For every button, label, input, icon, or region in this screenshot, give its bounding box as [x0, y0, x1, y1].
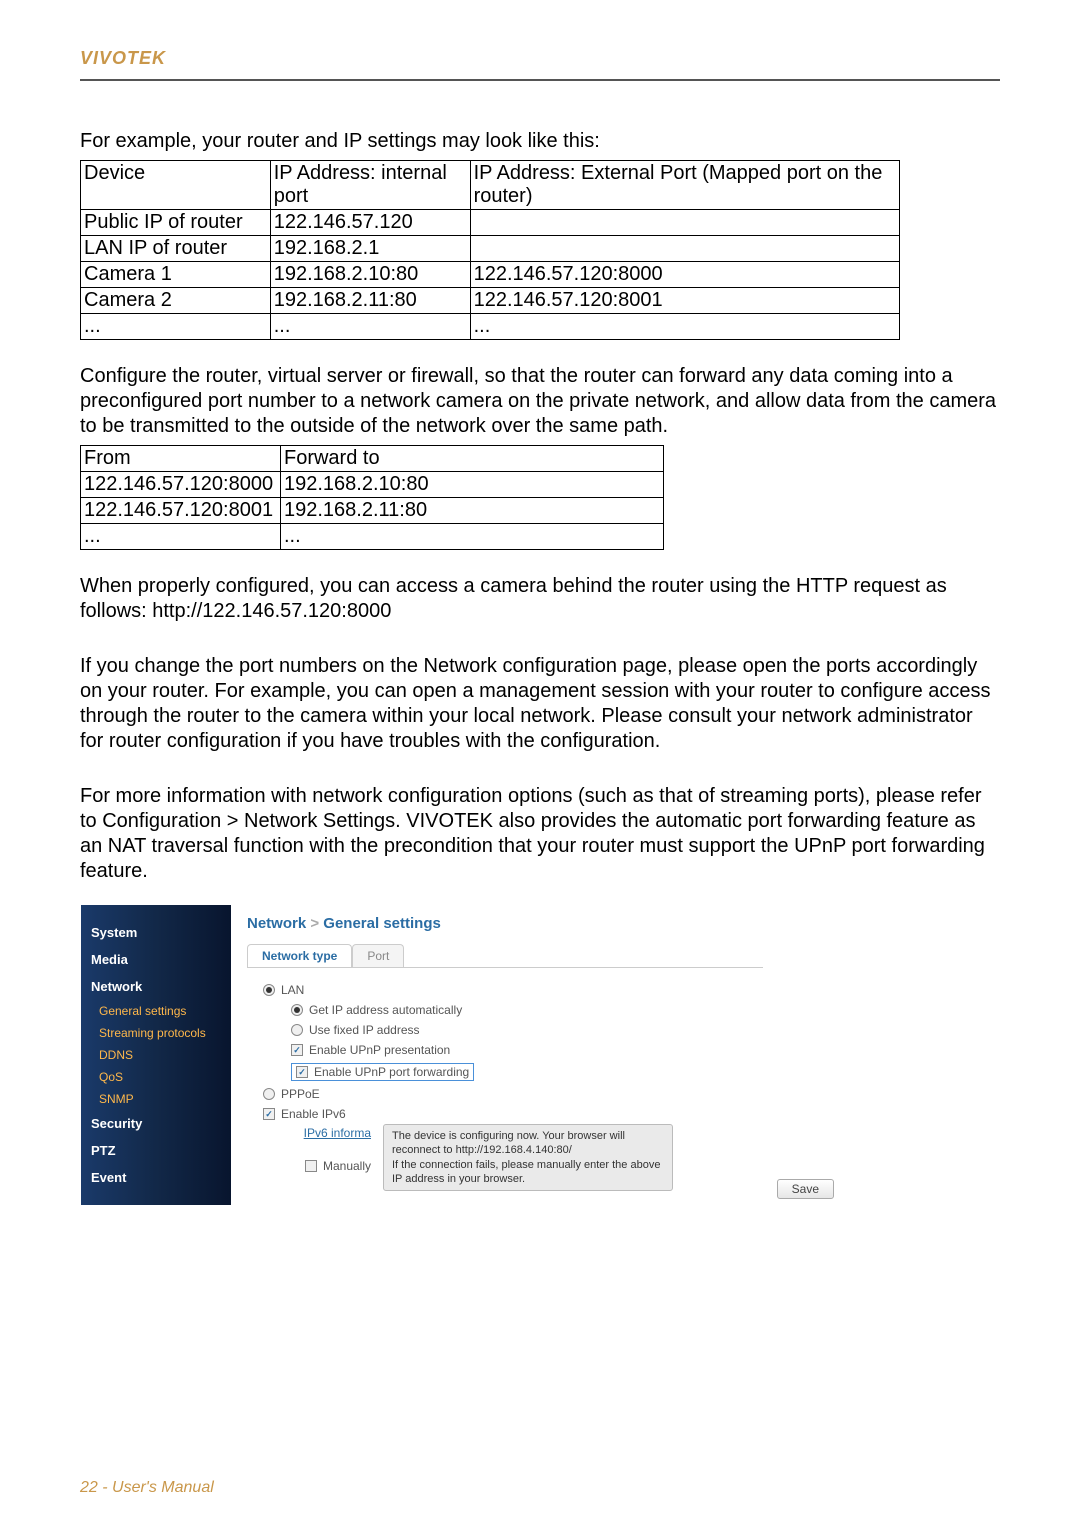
sidebar-item-event[interactable]: Event: [81, 1164, 231, 1191]
table-row: Camera 1 192.168.2.10:80 122.146.57.120:…: [81, 262, 900, 288]
radio-getauto-row[interactable]: Get IP address automatically: [247, 1000, 763, 1020]
header-rule: [80, 79, 1000, 81]
tab-port[interactable]: Port: [352, 944, 404, 967]
check-upnp-fwd-label: Enable UPnP port forwarding: [314, 1065, 469, 1079]
config-screenshot: System Media Network General settings St…: [80, 904, 780, 1206]
cell: ...: [270, 314, 470, 340]
sidebar-item-system[interactable]: System: [81, 919, 231, 946]
sidebar-item-general-settings[interactable]: General settings: [81, 1000, 231, 1022]
cell: 122.146.57.120: [270, 210, 470, 236]
th-device: Device: [81, 161, 271, 210]
tab-network-type[interactable]: Network type: [247, 944, 352, 967]
cell: Public IP of router: [81, 210, 271, 236]
sidebar-item-snmp[interactable]: SNMP: [81, 1088, 231, 1110]
check-upnp-pres-label: Enable UPnP presentation: [309, 1043, 450, 1057]
paragraph-2: When properly configured, you can access…: [80, 574, 1000, 624]
cell: ...: [81, 314, 271, 340]
table-row: ... ...: [81, 524, 664, 550]
breadcrumb-sep: >: [310, 915, 319, 932]
breadcrumb-a: Network: [247, 915, 306, 932]
brand-header: VIVOTEK: [80, 48, 1000, 69]
forwarding-table: From Forward to 122.146.57.120:8000 192.…: [80, 445, 664, 550]
cell: 122.146.57.120:8001: [470, 288, 899, 314]
radio-pppoe-label: PPPoE: [281, 1087, 320, 1101]
sidebar-item-network[interactable]: Network: [81, 973, 231, 1000]
table-row: Camera 2 192.168.2.11:80 122.146.57.120:…: [81, 288, 900, 314]
radio-fixed-label: Use fixed IP address: [309, 1023, 420, 1037]
cell: [470, 236, 899, 262]
table-row: LAN IP of router 192.168.2.1: [81, 236, 900, 262]
paragraph-3: If you change the port numbers on the Ne…: [80, 654, 1000, 754]
save-button[interactable]: Save: [777, 1179, 834, 1199]
cell: [470, 210, 899, 236]
paragraph-1: Configure the router, virtual server or …: [80, 364, 1000, 439]
check-upnp-fwd-row[interactable]: ✓ Enable UPnP port forwarding: [247, 1060, 763, 1084]
table-row: 122.146.57.120:8000 192.168.2.10:80: [81, 472, 664, 498]
sidebar-item-media[interactable]: Media: [81, 946, 231, 973]
ipv6-info-link[interactable]: IPv6 informa: [304, 1126, 371, 1140]
breadcrumb: Network > General settings: [247, 915, 763, 932]
paragraph-4: For more information with network config…: [80, 784, 1000, 884]
sidebar-item-ddns[interactable]: DDNS: [81, 1044, 231, 1066]
cell: 122.146.57.120:8000: [470, 262, 899, 288]
th-forward: Forward to: [280, 446, 663, 472]
cell: 122.146.57.120:8000: [81, 472, 281, 498]
sidebar-item-security[interactable]: Security: [81, 1110, 231, 1137]
cell: ...: [280, 524, 663, 550]
cell: Camera 2: [81, 288, 271, 314]
breadcrumb-b: General settings: [323, 915, 441, 932]
th-internal: IP Address: internal port: [270, 161, 470, 210]
radio-icon[interactable]: [263, 984, 275, 996]
check-ipv6-label: Enable IPv6: [281, 1107, 346, 1121]
check-upnp-pres-row[interactable]: ✓ Enable UPnP presentation: [247, 1040, 763, 1060]
cell: 192.168.2.10:80: [270, 262, 470, 288]
cell: 122.146.57.120:8001: [81, 498, 281, 524]
cell: ...: [81, 524, 281, 550]
page-footer: 22 - User's Manual: [80, 1479, 214, 1497]
checkbox-icon[interactable]: [305, 1160, 317, 1172]
cell: 192.168.2.11:80: [270, 288, 470, 314]
check-ipv6-row[interactable]: ✓ Enable IPv6: [247, 1104, 763, 1124]
cell: 192.168.2.1: [270, 236, 470, 262]
radio-icon[interactable]: [263, 1088, 275, 1100]
cell: 192.168.2.10:80: [280, 472, 663, 498]
radio-fixed-row[interactable]: Use fixed IP address: [247, 1020, 763, 1040]
table-row: Public IP of router 122.146.57.120: [81, 210, 900, 236]
sidebar-item-qos[interactable]: QoS: [81, 1066, 231, 1088]
table-row: 122.146.57.120:8001 192.168.2.11:80: [81, 498, 664, 524]
sidebar-item-streaming-protocols[interactable]: Streaming protocols: [81, 1022, 231, 1044]
radio-lan-row[interactable]: LAN: [247, 980, 763, 1000]
ip-settings-table: Device IP Address: internal port IP Addr…: [80, 160, 900, 340]
radio-icon[interactable]: [291, 1004, 303, 1016]
th-from: From: [81, 446, 281, 472]
table-row: ... ... ...: [81, 314, 900, 340]
manually-label: Manually: [323, 1159, 371, 1173]
th-external: IP Address: External Port (Mapped port o…: [470, 161, 899, 210]
cell: ...: [470, 314, 899, 340]
intro-text: For example, your router and IP settings…: [80, 129, 1000, 154]
cell: Camera 1: [81, 262, 271, 288]
radio-pppoe-row[interactable]: PPPoE: [247, 1084, 763, 1104]
tooltip-box: The device is configuring now. Your brow…: [383, 1124, 673, 1191]
cell: 192.168.2.11:80: [280, 498, 663, 524]
tooltip-line-2: If the connection fails, please manually…: [392, 1158, 664, 1187]
radio-getauto-label: Get IP address automatically: [309, 1003, 462, 1017]
checkbox-icon[interactable]: ✓: [291, 1044, 303, 1056]
checkbox-icon[interactable]: ✓: [263, 1108, 275, 1120]
sidebar-item-ptz[interactable]: PTZ: [81, 1137, 231, 1164]
cell: LAN IP of router: [81, 236, 271, 262]
tooltip-line-1: The device is configuring now. Your brow…: [392, 1129, 664, 1158]
radio-lan-label: LAN: [281, 983, 304, 997]
radio-icon[interactable]: [291, 1024, 303, 1036]
checkbox-icon[interactable]: ✓: [296, 1066, 308, 1078]
